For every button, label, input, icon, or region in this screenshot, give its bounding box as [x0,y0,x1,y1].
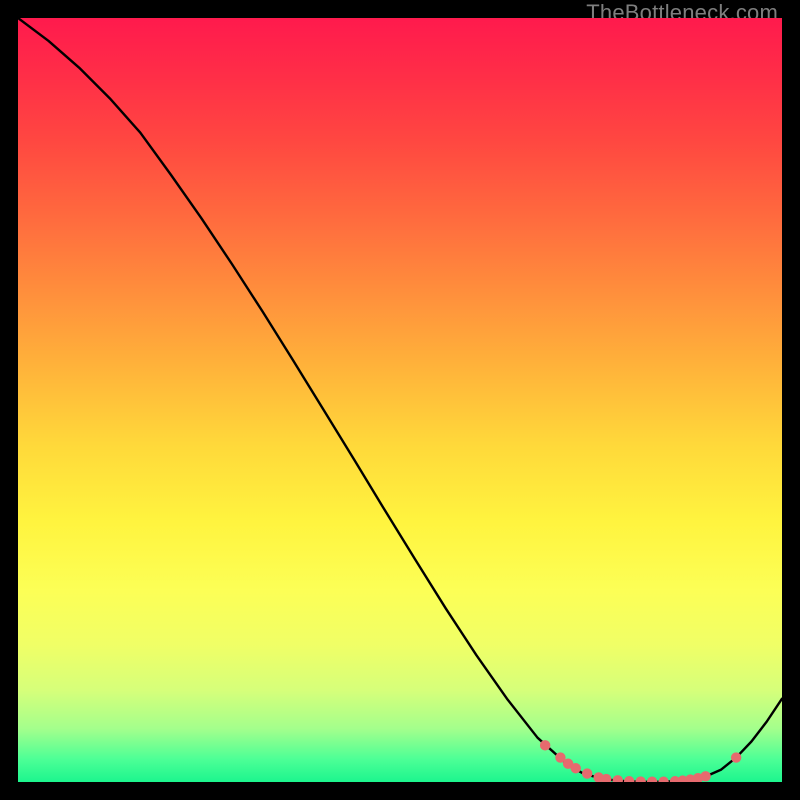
curve-layer [18,18,782,782]
chart-stage: TheBottleneck.com [0,0,800,800]
highlight-dot [571,763,581,773]
highlight-dot [658,776,668,782]
highlight-dot [635,776,645,782]
highlight-dot [731,752,741,762]
highlight-dot [540,740,550,750]
plot-area [18,18,782,782]
bottleneck-curve [18,18,782,782]
highlight-dot [624,776,634,782]
highlight-dot [647,776,657,782]
highlight-dot [613,775,623,782]
highlight-dot [700,771,710,781]
highlight-markers [540,740,741,782]
highlight-dot [582,768,592,778]
